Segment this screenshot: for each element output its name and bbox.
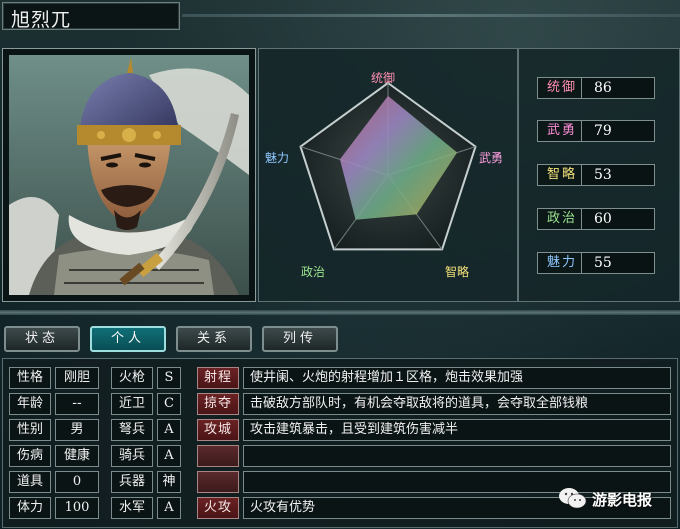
apt-label-weapons: 兵器 xyxy=(111,471,153,493)
stat-value-leadership: 86 xyxy=(581,77,655,99)
attr-label-gender: 性别 xyxy=(9,419,51,441)
attr-value-gender: 男 xyxy=(55,419,99,441)
title-strip-divider xyxy=(182,14,680,17)
skill-desc-empty-1 xyxy=(243,445,671,467)
apt-value-musket: S xyxy=(157,367,181,389)
apt-label-navy: 水军 xyxy=(111,497,153,519)
stat-value-intellect: 53 xyxy=(581,164,655,186)
watermark-text: 游影电报 xyxy=(592,491,653,509)
apt-value-cavalry: A xyxy=(157,445,181,467)
tab-biography[interactable]: 列传 xyxy=(262,326,338,352)
stat-label-intellect: 智略 xyxy=(537,164,587,186)
portrait-frame xyxy=(2,48,256,302)
apt-label-musket: 火枪 xyxy=(111,367,153,389)
character-name: 旭烈兀 xyxy=(11,9,72,31)
attr-value-injury: 健康 xyxy=(55,445,99,467)
skill-tag-fire-attack[interactable]: 火攻 xyxy=(197,497,239,519)
skill-tag-siege[interactable]: 攻城 xyxy=(197,419,239,441)
apt-label-crossbow: 弩兵 xyxy=(111,419,153,441)
radar-label-leadership: 统御 xyxy=(371,71,396,85)
attribute-radar-chart xyxy=(299,81,477,251)
apt-value-guard: C xyxy=(157,393,181,415)
apt-value-crossbow: A xyxy=(157,419,181,441)
apt-label-cavalry: 骑兵 xyxy=(111,445,153,467)
skill-tag-plunder[interactable]: 掠夺 xyxy=(197,393,239,415)
section-divider xyxy=(0,310,680,315)
radar-label-intellect: 智略 xyxy=(445,265,470,279)
attr-label-age: 年龄 xyxy=(9,393,51,415)
tab-relations[interactable]: 关系 xyxy=(176,326,252,352)
stat-value-politics: 60 xyxy=(581,208,655,230)
radar-label-charisma: 魅力 xyxy=(265,151,290,165)
attr-value-stamina: 100 xyxy=(55,497,99,519)
attr-label-items: 道具 xyxy=(9,471,51,493)
radar-label-valor: 武勇 xyxy=(479,151,504,165)
stat-value-charisma: 55 xyxy=(581,252,655,274)
stat-label-charisma: 魅力 xyxy=(537,252,587,274)
skill-tag-empty-2[interactable] xyxy=(197,471,239,493)
skill-tag-empty-1[interactable] xyxy=(197,445,239,467)
watermark: 游影电报 xyxy=(558,484,676,514)
character-name-box: 旭烈兀 xyxy=(2,2,180,31)
stat-label-politics: 政治 xyxy=(537,208,587,230)
skill-tag-range[interactable]: 射程 xyxy=(197,367,239,389)
tab-personal[interactable]: 个人 xyxy=(90,326,166,352)
attr-label-personality: 性格 xyxy=(9,367,51,389)
stat-label-leadership: 统御 xyxy=(537,77,587,99)
attr-label-injury: 伤病 xyxy=(9,445,51,467)
stat-value-valor: 79 xyxy=(581,120,655,142)
apt-value-navy: A xyxy=(157,497,181,519)
skill-desc-siege: 攻击建筑暴击，且受到建筑伤害减半 xyxy=(243,419,671,441)
attr-value-items: 0 xyxy=(55,471,99,493)
attr-value-personality: 刚胆 xyxy=(55,367,99,389)
stats-panel: 统御 86 武勇 79 智略 53 政治 60 魅力 55 xyxy=(518,48,680,302)
wechat-icon xyxy=(559,488,587,509)
attr-label-stamina: 体力 xyxy=(9,497,51,519)
portrait-image xyxy=(9,55,249,295)
skill-desc-range: 使井阑、火炮的射程增加１区格，炮击效果加强 xyxy=(243,367,671,389)
apt-value-weapons: 神 xyxy=(157,471,181,493)
stat-label-valor: 武勇 xyxy=(537,120,587,142)
apt-label-guard: 近卫 xyxy=(111,393,153,415)
radar-label-politics: 政治 xyxy=(301,265,326,279)
tab-status[interactable]: 状态 xyxy=(4,326,80,352)
skill-desc-plunder: 击破敌方部队时，有机会夺取敌将的道具，会夺取全部钱粮 xyxy=(243,393,671,415)
attr-value-age: -- xyxy=(55,393,99,415)
attribute-radar-panel: 统御 武勇 智略 政治 魅力 xyxy=(258,48,518,302)
